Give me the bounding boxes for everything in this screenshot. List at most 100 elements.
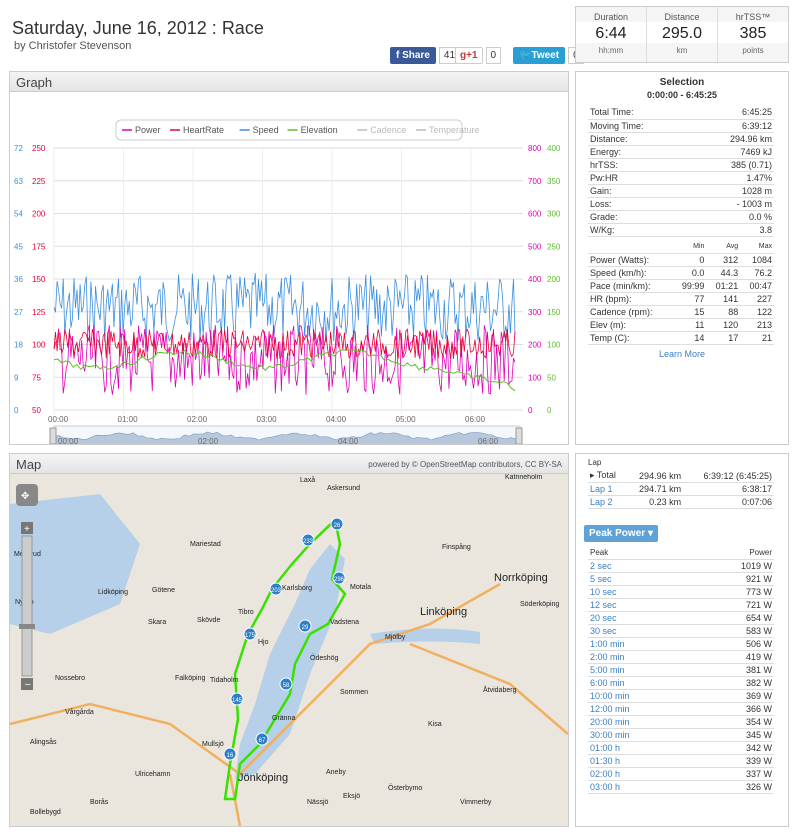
- peak-row[interactable]: 02:00 h 337 W: [588, 767, 774, 781]
- route-marker[interactable]: 296: [332, 571, 346, 585]
- cell: 77: [672, 292, 707, 306]
- graph-header: Graph: [10, 72, 568, 92]
- cell: Moving Time:: [588, 119, 692, 133]
- mam-row: Temp (C): 14 17 21: [588, 331, 774, 345]
- peak-row[interactable]: 1:00 min 506 W: [588, 637, 774, 651]
- place-label: Alingsås: [30, 738, 57, 746]
- lap-row[interactable]: Lap 2 0.23 km 0:07:06: [588, 495, 774, 509]
- nav-tick: 04:00: [338, 437, 359, 444]
- peak-power-dropdown[interactable]: Peak Power ▾: [584, 525, 658, 542]
- marker-label: 203: [271, 588, 282, 594]
- place-label: Norrköping: [494, 572, 548, 584]
- stat-row: Loss: - 1003 m: [588, 197, 774, 211]
- peak-row[interactable]: 6:00 min 382 W: [588, 676, 774, 690]
- route-marker[interactable]: 175: [243, 627, 257, 641]
- route-marker[interactable]: 145: [230, 692, 244, 706]
- map-view[interactable]: 26 233 296 203 29 175 58 145 67 16 Laxå Askersund Ma…: [9, 474, 569, 827]
- peak-row[interactable]: 20:00 min 354 W: [588, 715, 774, 729]
- facebook-share[interactable]: f Share 41: [390, 47, 461, 64]
- route-marker[interactable]: 233: [301, 533, 315, 547]
- cell: 369 W: [691, 689, 774, 703]
- summary-unit: points: [742, 46, 764, 55]
- cell: Loss:: [588, 197, 692, 211]
- nav-handle-right[interactable]: [515, 427, 523, 445]
- mam-row: Cadence (rpm): 15 88 122: [588, 305, 774, 319]
- marker-label: 67: [259, 738, 266, 744]
- peak-row[interactable]: 12:00 min 366 W: [588, 702, 774, 716]
- axis-tick-hr: 150: [32, 275, 46, 284]
- peak-row[interactable]: 12 sec 721 W: [588, 598, 774, 612]
- place-label: Nässjö: [307, 799, 329, 806]
- nav-handle-left[interactable]: [49, 427, 57, 445]
- axis-tick-elev: 0: [547, 406, 552, 415]
- summary-lbl: Duration: [593, 12, 629, 22]
- place-label: Tidaholm: [210, 677, 239, 684]
- route-marker[interactable]: 16: [223, 747, 237, 761]
- marker-label: 145: [232, 698, 243, 704]
- graph-chart[interactable]: Power HeartRate Speed Elevation Cadence Tempe…: [10, 92, 568, 447]
- nav-tick: 00:00: [58, 437, 79, 444]
- axis-tick-speed: 27: [14, 308, 23, 317]
- zoom-slider[interactable]: [21, 535, 33, 677]
- axis-tick-power: 200: [528, 341, 542, 350]
- peak-row[interactable]: 01:30 h 339 W: [588, 754, 774, 768]
- cell: 342 W: [691, 741, 774, 755]
- svg-text:Power: Power: [135, 125, 161, 135]
- route-marker[interactable]: 26: [330, 517, 344, 531]
- route-marker[interactable]: 29: [298, 619, 312, 633]
- place-label: Vadstena: [330, 619, 359, 626]
- cell: Min: [672, 240, 707, 254]
- axis-tick-power: 100: [528, 373, 542, 382]
- stat-row: Moving Time: 6:39:12: [588, 119, 774, 133]
- axis-tick-speed: 72: [14, 144, 23, 153]
- place-label: Vårgårda: [65, 708, 94, 716]
- summary-lbl: hrTSS™: [735, 12, 771, 22]
- peak-row[interactable]: 30:00 min 345 W: [588, 728, 774, 742]
- gplus-button[interactable]: g+1 0: [455, 47, 502, 64]
- lap-row[interactable]: Lap 1 294.71 km 6:38:17: [588, 482, 774, 496]
- cell: 6:00 min: [588, 676, 692, 690]
- peak-row[interactable]: 20 sec 654 W: [588, 611, 774, 625]
- learn-more-link[interactable]: Learn More: [659, 349, 705, 359]
- cell: 312: [706, 253, 741, 267]
- cell: 382 W: [691, 676, 774, 690]
- peak-row[interactable]: 5 sec 921 W: [588, 572, 774, 586]
- mam-header-row: Min Avg Max: [588, 240, 774, 254]
- cell: Distance:: [588, 132, 692, 146]
- cell: 15: [672, 305, 707, 319]
- peak-row[interactable]: 10 sec 773 W: [588, 585, 774, 599]
- peak-row[interactable]: 2:00 min 419 W: [588, 650, 774, 664]
- x-tick: 05:00: [396, 415, 417, 424]
- lap-row: ▸ Total 294.96 km 6:39:12 (6:45:25): [588, 469, 774, 483]
- peak-row[interactable]: 2 sec 1019 W: [588, 559, 774, 573]
- plus-icon: +: [24, 524, 30, 535]
- cell: 12 sec: [588, 598, 692, 612]
- place-label: Hjo: [258, 639, 269, 646]
- graph-navigator[interactable]: 00:00 02:00 04:00 06:00: [49, 425, 523, 447]
- place-label: Nossebro: [55, 675, 85, 682]
- cell: 419 W: [691, 650, 774, 664]
- tweet-button[interactable]: 🐦Tweet 0: [513, 47, 584, 64]
- cell: 294.71 km: [625, 482, 684, 496]
- place-label: Mullsjö: [202, 741, 224, 748]
- cell: 721 W: [691, 598, 774, 612]
- peak-row[interactable]: 10:00 min 369 W: [588, 689, 774, 703]
- peak-row[interactable]: 30 sec 583 W: [588, 624, 774, 638]
- peak-row[interactable]: 01:00 h 342 W: [588, 741, 774, 755]
- cell: hrTSS:: [588, 158, 692, 172]
- zoom-slider-handle[interactable]: [19, 624, 35, 629]
- axis-tick-power: 400: [528, 275, 542, 284]
- route-marker[interactable]: 58: [279, 677, 293, 691]
- place-label: Katrineholm: [505, 474, 543, 481]
- cell: 20:00 min: [588, 715, 692, 729]
- cell: Speed (km/h):: [588, 266, 673, 280]
- cell: 88: [706, 305, 741, 319]
- peak-row[interactable]: 03:00 h 326 W: [588, 780, 774, 794]
- cell: 00:47: [740, 279, 774, 293]
- route-marker[interactable]: 203: [269, 582, 283, 596]
- cell: 1.47%: [691, 171, 774, 185]
- route-marker[interactable]: 67: [255, 732, 269, 746]
- map-attribution[interactable]: powered by © OpenStreetMap contributors,…: [368, 457, 568, 473]
- peak-row[interactable]: 5:00 min 381 W: [588, 663, 774, 677]
- place-label: Lidköping: [98, 589, 128, 596]
